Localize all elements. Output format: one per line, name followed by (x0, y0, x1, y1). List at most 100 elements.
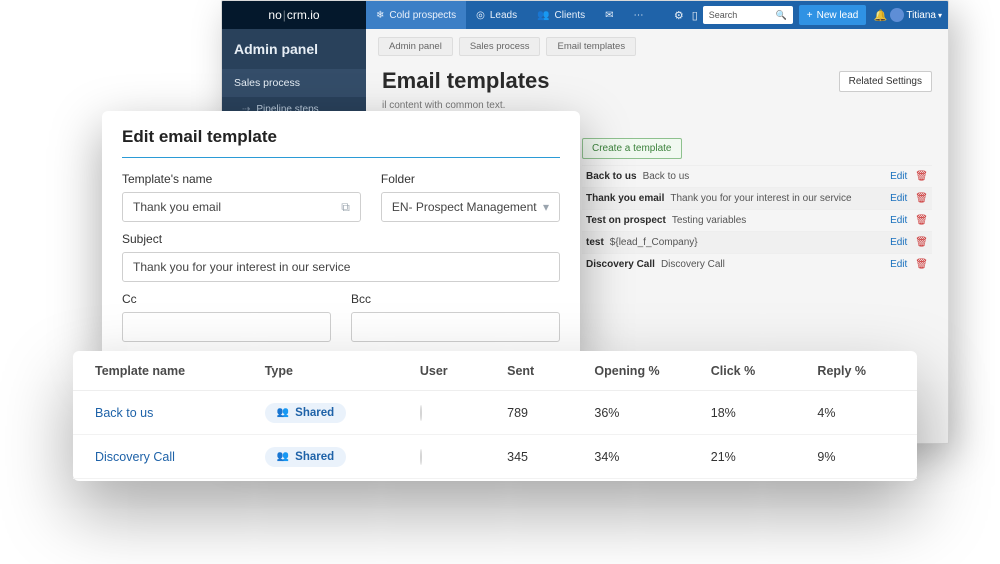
shared-badge: 👥Shared (265, 447, 346, 467)
stats-open: 34% (594, 450, 710, 464)
bookmark-icon[interactable]: ▯ (687, 9, 703, 22)
stats-card: Template name Type User Sent Opening % C… (73, 351, 917, 481)
brand-sep: | (283, 8, 286, 22)
edit-link[interactable]: Edit (890, 215, 907, 226)
stats-sent: 345 (507, 450, 594, 464)
template-row[interactable]: test ${lead_f_Company} Edit 🗑 (582, 231, 932, 253)
people-icon: 👥 (537, 10, 549, 21)
page-title: Email templates (382, 68, 550, 94)
new-lead-button[interactable]: + New lead (799, 5, 867, 25)
col-sent: Sent (507, 364, 594, 378)
template-row[interactable]: Test on prospect Testing variables Edit … (582, 209, 932, 231)
user-avatar (420, 449, 422, 465)
col-reply: Reply % (817, 364, 895, 378)
nav-label: Cold prospects (389, 10, 456, 21)
delete-icon[interactable]: 🗑 (915, 171, 928, 182)
template-name: Discovery Call (586, 259, 655, 270)
username: Titiana (906, 10, 936, 21)
search-placeholder: Search (709, 10, 738, 20)
folder-value: EN- Prospect Management (392, 200, 537, 214)
edit-template-modal: Edit email template Template's name ⧉ Fo… (102, 111, 580, 358)
create-template-button[interactable]: Create a template (582, 138, 682, 159)
delete-icon[interactable]: 🗑 (915, 259, 928, 270)
col-template-name: Template name (95, 364, 265, 378)
cc-input[interactable] (122, 312, 331, 342)
chevron-down-icon: ▾ (938, 11, 942, 20)
nav-label: Clients (555, 10, 586, 21)
search-input[interactable]: Search 🔍 (703, 6, 793, 24)
avatar[interactable] (890, 8, 904, 22)
plus-icon: + (807, 10, 813, 21)
people-icon: 👥 (277, 407, 289, 418)
template-name: Thank you email (586, 193, 664, 204)
subject-input[interactable] (122, 252, 560, 282)
stats-row: Back to us 👥Shared 789 36% 18% 4% (73, 391, 917, 435)
chevron-down-icon: ▾ (543, 200, 549, 214)
delete-icon[interactable]: 🗑 (915, 193, 928, 204)
delete-icon[interactable]: 🗑 (915, 237, 928, 248)
stats-name-link[interactable]: Back to us (95, 406, 265, 420)
edit-link[interactable]: Edit (890, 171, 907, 182)
related-settings-button[interactable]: Related Settings (839, 71, 932, 92)
template-name: Back to us (586, 171, 637, 182)
sidebar-title: Admin panel (222, 29, 366, 69)
template-row[interactable]: Thank you email Thank you for your inter… (582, 187, 932, 209)
crumb-admin[interactable]: Admin panel (378, 37, 453, 56)
user-menu[interactable]: Titiana▾ (906, 10, 942, 21)
sidebar-item-sales-process[interactable]: Sales process (222, 69, 366, 97)
stats-sent: 789 (507, 406, 594, 420)
crumb-sales[interactable]: Sales process (459, 37, 541, 56)
nav-cold-prospects[interactable]: ❄ Cold prospects (366, 1, 466, 29)
nav-leads[interactable]: ◎ Leads (466, 1, 527, 29)
shared-badge: 👥Shared (265, 403, 346, 423)
people-icon: 👥 (277, 451, 289, 462)
template-name: test (586, 237, 604, 248)
folder-select[interactable]: EN- Prospect Management ▾ (381, 192, 560, 222)
stats-name-link[interactable]: Discovery Call (95, 450, 265, 464)
label-name: Template's name (122, 172, 361, 186)
label-bcc: Bcc (351, 292, 560, 306)
mail-icon: ✉ (605, 10, 613, 21)
nav-more[interactable]: ⋯ (624, 1, 654, 29)
label-folder: Folder (381, 172, 560, 186)
template-name-input[interactable]: ⧉ (122, 192, 361, 222)
col-user: User (420, 364, 507, 378)
template-list: Create a template Back to us Back to us … (566, 128, 948, 275)
subject-field[interactable] (133, 260, 549, 274)
nav-clients[interactable]: 👥 Clients (527, 1, 595, 29)
template-subject: ${lead_f_Company} (610, 237, 698, 248)
brand-logo[interactable]: no|crm.io (222, 1, 366, 29)
template-row[interactable]: Discovery Call Discovery Call Edit 🗑 (582, 253, 932, 275)
label-cc: Cc (122, 292, 331, 306)
cc-field[interactable] (133, 320, 320, 334)
template-row[interactable]: Back to us Back to us Edit 🗑 (582, 165, 932, 187)
template-name-field[interactable] (133, 200, 341, 214)
brand-left: no (268, 8, 281, 22)
edit-link[interactable]: Edit (890, 259, 907, 270)
template-subject: Thank you for your interest in our servi… (670, 193, 851, 204)
stats-row: Discovery Call 👥Shared 345 34% 21% 9% (73, 435, 917, 479)
nav-mail[interactable]: ✉ (595, 1, 623, 29)
bcc-input[interactable] (351, 312, 560, 342)
edit-link[interactable]: Edit (890, 237, 907, 248)
delete-icon[interactable]: 🗑 (915, 215, 928, 226)
brand-right: crm.io (287, 8, 320, 22)
template-subject: Discovery Call (661, 259, 725, 270)
new-lead-label: New lead (817, 10, 859, 21)
target-icon: ◎ (476, 10, 485, 21)
stats-reply: 4% (817, 406, 895, 420)
crumb-email[interactable]: Email templates (546, 37, 636, 56)
stats-open: 36% (594, 406, 710, 420)
stats-click: 21% (711, 450, 818, 464)
stats-reply: 9% (817, 450, 895, 464)
user-avatar (420, 405, 422, 421)
template-subject: Testing variables (672, 215, 746, 226)
template-subject: Back to us (643, 171, 690, 182)
stats-click: 18% (711, 406, 818, 420)
bcc-field[interactable] (362, 320, 549, 334)
ab-icon[interactable]: ⧉ (341, 200, 350, 215)
edit-link[interactable]: Edit (890, 193, 907, 204)
bell-icon[interactable]: 🔔 (872, 9, 888, 22)
snowflake-icon: ❄ (376, 10, 384, 21)
gear-icon[interactable]: ⚙ (671, 9, 687, 22)
